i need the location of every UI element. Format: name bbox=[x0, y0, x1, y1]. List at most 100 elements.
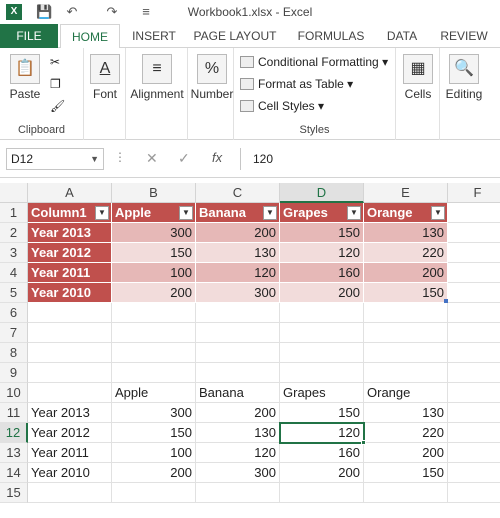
cell[interactable] bbox=[28, 363, 112, 383]
range-cell[interactable]: 300 bbox=[112, 403, 196, 423]
range-cell[interactable]: 220 bbox=[364, 423, 448, 443]
format-painter-icon[interactable]: 🖌 bbox=[50, 96, 65, 116]
copy-icon[interactable]: ❐ bbox=[50, 74, 61, 94]
row-header-14[interactable]: 14 bbox=[0, 463, 28, 483]
table-header-cell[interactable]: Grapes ▼ bbox=[280, 203, 364, 223]
row-header-12[interactable]: 12 bbox=[0, 423, 28, 443]
cancel-icon[interactable]: ✕ bbox=[146, 150, 158, 167]
editing-button[interactable]: 🔍 Editing bbox=[442, 54, 486, 101]
range-cell[interactable]: 120 bbox=[196, 443, 280, 463]
cell[interactable] bbox=[28, 383, 112, 403]
cell[interactable] bbox=[364, 303, 448, 323]
table-cell[interactable]: 120 bbox=[196, 263, 280, 283]
row-header-1[interactable]: 1 bbox=[0, 203, 28, 223]
table-cell[interactable]: 100 bbox=[112, 263, 196, 283]
table-header-cell[interactable]: Column1 ▼ bbox=[28, 203, 112, 223]
cell[interactable] bbox=[364, 343, 448, 363]
cell[interactable] bbox=[28, 303, 112, 323]
table-cell[interactable]: 200 bbox=[112, 283, 196, 303]
format-as-table-button[interactable]: Format as Table ▾ bbox=[240, 74, 353, 94]
range-header-cell[interactable]: Apple bbox=[112, 383, 196, 403]
cell[interactable] bbox=[448, 323, 500, 343]
cell[interactable] bbox=[280, 483, 364, 503]
table-cell[interactable]: Year 2011 bbox=[28, 263, 112, 283]
cell[interactable] bbox=[280, 323, 364, 343]
cell[interactable] bbox=[196, 363, 280, 383]
chevron-down-icon[interactable]: ▼ bbox=[90, 149, 99, 169]
cells-button[interactable]: ▦ Cells bbox=[400, 54, 436, 101]
range-cell[interactable]: Year 2013 bbox=[28, 403, 112, 423]
cell[interactable] bbox=[28, 343, 112, 363]
range-cell[interactable]: 130 bbox=[364, 403, 448, 423]
cell[interactable] bbox=[280, 303, 364, 323]
worksheet-grid[interactable]: A B C D E F 1 2 3 4 5 6 7 8 9 10 11 12 13 14 15 Column1 ▼ Apple… bbox=[0, 178, 500, 518]
table-cell[interactable]: 200 bbox=[364, 263, 448, 283]
range-cell[interactable]: 160 bbox=[280, 443, 364, 463]
name-box[interactable]: D12 ▼ bbox=[6, 148, 104, 170]
cell[interactable] bbox=[364, 323, 448, 343]
range-cell[interactable]: 200 bbox=[196, 403, 280, 423]
filter-dropdown-icon[interactable]: ▼ bbox=[263, 206, 277, 220]
cell[interactable] bbox=[448, 443, 500, 463]
range-cell[interactable]: 200 bbox=[280, 463, 364, 483]
cell[interactable] bbox=[364, 363, 448, 383]
table-cell[interactable]: 300 bbox=[196, 283, 280, 303]
range-cell[interactable]: Year 2012 bbox=[28, 423, 112, 443]
cell[interactable] bbox=[112, 303, 196, 323]
cell[interactable] bbox=[448, 223, 500, 243]
filter-dropdown-icon[interactable]: ▼ bbox=[179, 206, 193, 220]
column-header-a[interactable]: A bbox=[28, 183, 112, 203]
cell[interactable] bbox=[448, 343, 500, 363]
cut-icon[interactable]: ✂ bbox=[50, 52, 60, 72]
cell[interactable] bbox=[448, 423, 500, 443]
table-cell[interactable]: 150 bbox=[364, 283, 448, 303]
cell[interactable] bbox=[448, 263, 500, 283]
cell[interactable] bbox=[280, 363, 364, 383]
filter-dropdown-icon[interactable]: ▼ bbox=[347, 206, 361, 220]
formula-input[interactable]: 120 bbox=[240, 148, 498, 170]
cell[interactable] bbox=[112, 483, 196, 503]
range-cell[interactable]: 300 bbox=[196, 463, 280, 483]
tab-page-layout[interactable]: PAGE LAYOUT bbox=[190, 24, 280, 48]
table-cell[interactable]: 200 bbox=[280, 283, 364, 303]
select-all-corner[interactable] bbox=[0, 183, 28, 203]
row-header-15[interactable]: 15 bbox=[0, 483, 28, 503]
cell[interactable] bbox=[28, 483, 112, 503]
number-button[interactable]: % Number bbox=[190, 54, 234, 101]
range-cell[interactable]: 150 bbox=[364, 463, 448, 483]
row-header-7[interactable]: 7 bbox=[0, 323, 28, 343]
cell[interactable] bbox=[196, 323, 280, 343]
range-cell[interactable]: 200 bbox=[364, 443, 448, 463]
row-header-5[interactable]: 5 bbox=[0, 283, 28, 303]
table-cell[interactable]: 120 bbox=[280, 243, 364, 263]
table-resize-handle[interactable] bbox=[444, 299, 448, 303]
row-header-13[interactable]: 13 bbox=[0, 443, 28, 463]
table-cell[interactable]: 200 bbox=[196, 223, 280, 243]
cell[interactable] bbox=[448, 383, 500, 403]
table-cell[interactable]: 160 bbox=[280, 263, 364, 283]
cell[interactable] bbox=[112, 343, 196, 363]
row-header-11[interactable]: 11 bbox=[0, 403, 28, 423]
tab-formulas[interactable]: FORMULAS bbox=[292, 24, 370, 48]
cell[interactable] bbox=[448, 283, 500, 303]
column-header-f[interactable]: F bbox=[448, 183, 500, 203]
cell-styles-button[interactable]: Cell Styles ▾ bbox=[240, 96, 324, 116]
table-header-cell[interactable]: Banana ▼ bbox=[196, 203, 280, 223]
range-cell[interactable]: 150 bbox=[112, 423, 196, 443]
cell[interactable] bbox=[196, 483, 280, 503]
row-header-2[interactable]: 2 bbox=[0, 223, 28, 243]
range-cell[interactable]: Year 2011 bbox=[28, 443, 112, 463]
range-cell[interactable]: 200 bbox=[112, 463, 196, 483]
paste-button[interactable]: 📋 Paste bbox=[6, 54, 44, 101]
row-header-9[interactable]: 9 bbox=[0, 363, 28, 383]
cell[interactable] bbox=[448, 403, 500, 423]
cell[interactable] bbox=[448, 243, 500, 263]
filter-dropdown-icon[interactable]: ▼ bbox=[95, 206, 109, 220]
row-header-10[interactable]: 10 bbox=[0, 383, 28, 403]
row-header-3[interactable]: 3 bbox=[0, 243, 28, 263]
cell[interactable] bbox=[448, 363, 500, 383]
table-cell[interactable]: 300 bbox=[112, 223, 196, 243]
table-cell[interactable]: 150 bbox=[280, 223, 364, 243]
tab-file[interactable]: FILE bbox=[0, 24, 58, 48]
tab-review[interactable]: REVIEW bbox=[436, 24, 492, 48]
